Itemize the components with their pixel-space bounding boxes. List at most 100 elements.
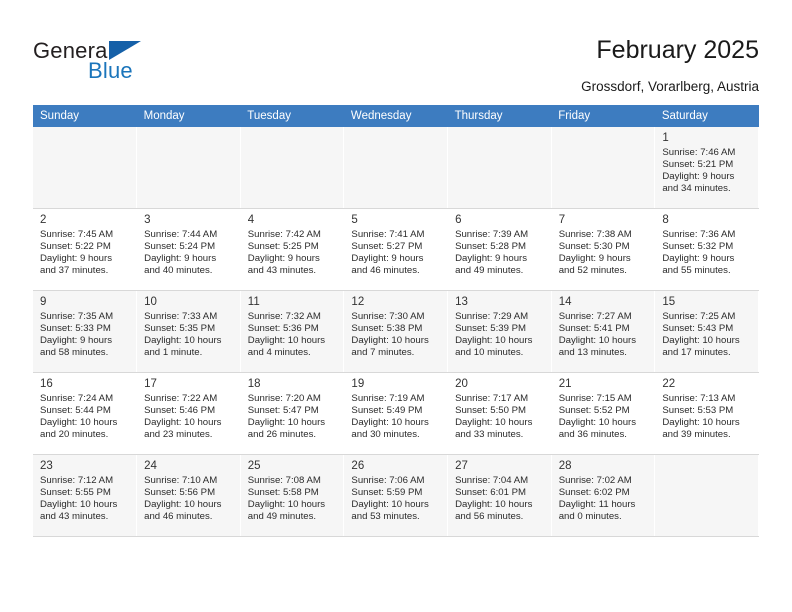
calendar-cell-empty: [654, 454, 759, 537]
day-sun-info: Sunrise: 7:27 AM Sunset: 5:41 PM Daylight:…: [559, 311, 649, 359]
info-line-sunset: Sunset: 5:43 PM: [662, 323, 734, 335]
calendar-cell-empty: [343, 127, 449, 209]
day-cell-content: 8 Sunrise: 7:36 AM Sunset: 5:32 PM Daylight…: [655, 209, 758, 290]
day-number: 17: [144, 378, 157, 390]
calendar-day-cell[interactable]: 7 Sunrise: 7:38 AM Sunset: 5:30 PM Daylight…: [551, 208, 656, 291]
info-line-daylight-line2: and 0 minutes.: [558, 511, 622, 523]
day-sun-info: Sunrise: 7:36 AM Sunset: 5:32 PM Daylight:…: [662, 229, 752, 277]
info-line-daylight-line2: and 1 minute.: [144, 347, 203, 359]
info-line-sunset: Sunset: 5:44 PM: [40, 405, 111, 417]
info-line-sunset: Sunset: 5:28 PM: [455, 241, 526, 253]
column-header-tuesday: Tuesday: [240, 105, 344, 127]
info-line-sunrise: Sunrise: 7:15 AM: [558, 393, 632, 404]
calendar-day-cell[interactable]: 17 Sunrise: 7:22 AM Sunset: 5:46 PM Dayligh…: [136, 372, 241, 455]
info-line-sunrise: Sunrise: 7:17 AM: [455, 393, 529, 404]
info-line-sunrise: Sunrise: 7:32 AM: [247, 311, 321, 322]
calendar-day-cell[interactable]: 28 Sunrise: 7:02 AM Sunset: 6:02 PM Dayligh…: [551, 454, 656, 537]
day-number: 16: [40, 378, 53, 390]
info-line-sunset: Sunset: 5:53 PM: [662, 405, 734, 417]
calendar-day-cell[interactable]: 20 Sunrise: 7:17 AM Sunset: 5:50 PM Dayligh…: [447, 372, 552, 455]
day-cell-content: 7 Sunrise: 7:38 AM Sunset: 5:30 PM Daylight…: [552, 209, 655, 290]
day-cell-content: 14 Sunrise: 7:27 AM Sunset: 5:41 PM Dayligh…: [552, 291, 655, 372]
day-number: 1: [662, 132, 669, 144]
calendar-day-cell[interactable]: 5 Sunrise: 7:41 AM Sunset: 5:27 PM Daylight…: [343, 208, 449, 291]
day-number: 12: [351, 296, 365, 308]
info-line-daylight-line1: Daylight: 9 hours: [662, 171, 735, 183]
info-line-daylight-line1: Daylight: 9 hours: [351, 253, 424, 265]
info-line-daylight-line1: Daylight: 9 hours: [40, 335, 112, 347]
day-sun-info: Sunrise: 7:12 AM Sunset: 5:55 PM Daylight:…: [40, 475, 130, 523]
calendar-day-cell[interactable]: 16 Sunrise: 7:24 AM Sunset: 5:44 PM Dayligh…: [33, 372, 138, 455]
day-cell-content: 3 Sunrise: 7:44 AM Sunset: 5:24 PM Daylight…: [137, 209, 240, 290]
info-line-sunrise: Sunrise: 7:27 AM: [558, 311, 632, 322]
info-line-daylight-line2: and 26 minutes.: [247, 429, 317, 441]
calendar-day-cell[interactable]: 8 Sunrise: 7:36 AM Sunset: 5:32 PM Daylight…: [654, 208, 759, 291]
day-cell-content: 21 Sunrise: 7:15 AM Sunset: 5:52 PM Dayligh…: [552, 373, 655, 454]
day-sun-info: Sunrise: 7:19 AM Sunset: 5:49 PM Daylight:…: [351, 393, 441, 441]
info-line-sunrise: Sunrise: 7:25 AM: [662, 311, 736, 322]
day-number: 14: [558, 296, 572, 308]
day-sun-info: Sunrise: 7:29 AM Sunset: 5:39 PM Daylight:…: [455, 311, 545, 359]
info-line-daylight-line2: and 36 minutes.: [558, 429, 627, 441]
info-line-sunrise: Sunrise: 7:46 AM: [662, 147, 736, 158]
info-line-daylight-line1: Daylight: 10 hours: [144, 417, 222, 429]
info-line-sunset: Sunset: 5:25 PM: [247, 241, 319, 253]
calendar-day-cell[interactable]: 23 Sunrise: 7:12 AM Sunset: 5:55 PM Dayligh…: [33, 454, 138, 537]
day-sun-info: Sunrise: 7:22 AM Sunset: 5:46 PM Daylight:…: [144, 393, 234, 441]
day-cell-content: 25 Sunrise: 7:08 AM Sunset: 5:58 PM Dayligh…: [241, 455, 344, 536]
day-number: 3: [144, 214, 151, 226]
calendar-day-cell[interactable]: 24 Sunrise: 7:10 AM Sunset: 5:56 PM Dayligh…: [136, 454, 241, 537]
calendar-day-cell[interactable]: 21 Sunrise: 7:15 AM Sunset: 5:52 PM Dayligh…: [551, 372, 656, 455]
day-sun-info: Sunrise: 7:25 AM Sunset: 5:43 PM Daylight:…: [662, 311, 752, 359]
calendar-day-cell[interactable]: 4 Sunrise: 7:42 AM Sunset: 5:25 PM Daylight…: [240, 208, 345, 291]
day-sun-info: Sunrise: 7:15 AM Sunset: 5:52 PM Daylight:…: [559, 393, 649, 441]
calendar-day-cell[interactable]: 19 Sunrise: 7:19 AM Sunset: 5:49 PM Dayligh…: [343, 372, 449, 455]
info-line-daylight-line2: and 49 minutes.: [247, 511, 317, 523]
day-cell-content: 18 Sunrise: 7:20 AM Sunset: 5:47 PM Dayligh…: [241, 373, 344, 454]
day-sun-info: Sunrise: 7:42 AM Sunset: 5:25 PM Daylight:…: [248, 229, 338, 277]
calendar-week-row: 16 Sunrise: 7:24 AM Sunset: 5:44 PM Dayligh…: [33, 372, 759, 455]
day-sun-info: Sunrise: 7:44 AM Sunset: 5:24 PM Daylight:…: [144, 229, 234, 277]
day-number: 8: [662, 214, 669, 226]
calendar-day-cell[interactable]: 9 Sunrise: 7:35 AM Sunset: 5:33 PM Daylight…: [33, 290, 138, 373]
day-number: 19: [351, 378, 365, 390]
info-line-sunset: Sunset: 5:27 PM: [351, 241, 423, 253]
day-cell-content: 12 Sunrise: 7:30 AM Sunset: 5:38 PM Dayligh…: [344, 291, 447, 372]
calendar-day-cell[interactable]: 26 Sunrise: 7:06 AM Sunset: 5:59 PM Dayligh…: [343, 454, 449, 537]
info-line-daylight-line2: and 56 minutes.: [455, 511, 524, 523]
calendar-day-cell[interactable]: 22 Sunrise: 7:13 AM Sunset: 5:53 PM Dayligh…: [654, 372, 759, 455]
calendar-table: Sunday Monday Tuesday Wednesday Thursday…: [33, 105, 759, 537]
calendar-day-cell[interactable]: 6 Sunrise: 7:39 AM Sunset: 5:28 PM Daylight…: [447, 208, 552, 291]
calendar-week-row: 1 Sunrise: 7:46 AM Sunset: 5:21 PM Daylight…: [33, 127, 759, 209]
calendar-day-cell[interactable]: 27 Sunrise: 7:04 AM Sunset: 6:01 PM Dayligh…: [447, 454, 552, 537]
day-sun-info: Sunrise: 7:46 AM Sunset: 5:21 PM Daylight:…: [662, 147, 752, 195]
day-number: 28: [558, 460, 572, 472]
column-header-sunday: Sunday: [33, 105, 137, 127]
calendar-day-cell[interactable]: 10 Sunrise: 7:33 AM Sunset: 5:35 PM Dayligh…: [136, 290, 241, 373]
day-cell-content: 17 Sunrise: 7:22 AM Sunset: 5:46 PM Dayligh…: [137, 373, 240, 454]
calendar-day-cell[interactable]: 14 Sunrise: 7:27 AM Sunset: 5:41 PM Dayligh…: [551, 290, 656, 373]
info-line-daylight-line2: and 55 minutes.: [662, 265, 731, 277]
calendar-day-cell[interactable]: 18 Sunrise: 7:20 AM Sunset: 5:47 PM Dayligh…: [240, 372, 345, 455]
calendar-day-cell[interactable]: 13 Sunrise: 7:29 AM Sunset: 5:39 PM Dayligh…: [447, 290, 552, 373]
day-sun-info: Sunrise: 7:30 AM Sunset: 5:38 PM Daylight:…: [351, 311, 441, 359]
day-cell-content: 15 Sunrise: 7:25 AM Sunset: 5:43 PM Dayligh…: [655, 291, 758, 372]
info-line-daylight-line1: Daylight: 10 hours: [558, 335, 637, 347]
day-sun-info: Sunrise: 7:38 AM Sunset: 5:30 PM Daylight:…: [559, 229, 649, 277]
calendar-day-cell[interactable]: 2 Sunrise: 7:45 AM Sunset: 5:22 PM Daylight…: [33, 208, 138, 291]
day-number: 21: [558, 378, 572, 390]
calendar-day-cell[interactable]: 12 Sunrise: 7:30 AM Sunset: 5:38 PM Dayligh…: [343, 290, 449, 373]
info-line-daylight-line1: Daylight: 10 hours: [351, 499, 429, 511]
info-line-sunset: Sunset: 5:49 PM: [351, 405, 423, 417]
calendar-day-cell[interactable]: 1 Sunrise: 7:46 AM Sunset: 5:21 PM Daylight…: [654, 127, 759, 209]
info-line-daylight-line2: and 30 minutes.: [351, 429, 420, 441]
day-sun-info: Sunrise: 7:13 AM Sunset: 5:53 PM Daylight:…: [662, 393, 752, 441]
calendar-day-cell[interactable]: 25 Sunrise: 7:08 AM Sunset: 5:58 PM Dayligh…: [240, 454, 345, 537]
info-line-sunrise: Sunrise: 7:04 AM: [455, 475, 529, 486]
info-line-daylight-line2: and 17 minutes.: [662, 347, 731, 359]
calendar-day-cell[interactable]: 3 Sunrise: 7:44 AM Sunset: 5:24 PM Daylight…: [136, 208, 241, 291]
calendar-day-cell[interactable]: 15 Sunrise: 7:25 AM Sunset: 5:43 PM Dayligh…: [654, 290, 759, 373]
info-line-sunset: Sunset: 5:58 PM: [247, 487, 319, 499]
calendar-day-cell[interactable]: 11 Sunrise: 7:32 AM Sunset: 5:36 PM Dayligh…: [240, 290, 345, 373]
info-line-daylight-line1: Daylight: 9 hours: [40, 253, 112, 265]
